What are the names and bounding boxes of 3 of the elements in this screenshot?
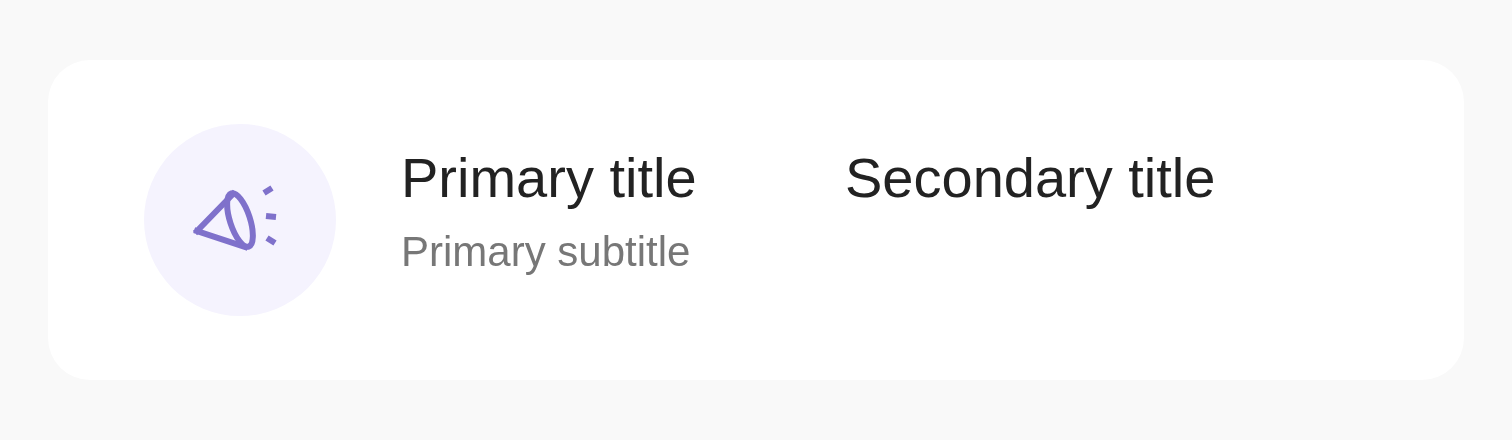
secondary-title: Secondary title: [845, 145, 1216, 211]
primary-title: Primary title: [401, 145, 698, 211]
primary-subtitle: Primary subtitle: [401, 227, 692, 277]
